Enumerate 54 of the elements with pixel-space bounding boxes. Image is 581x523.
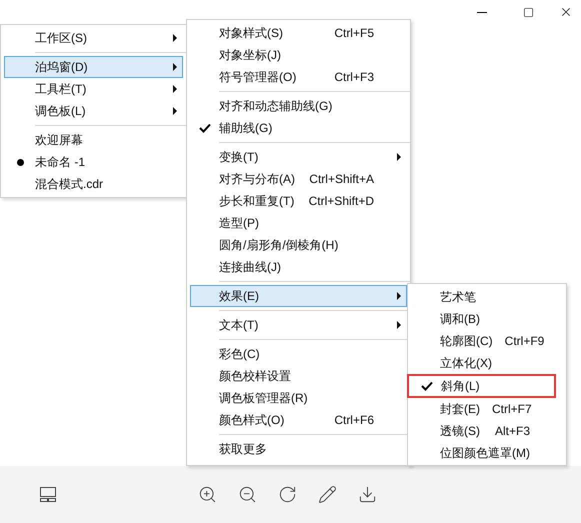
shortcut-text: Ctrl+F9	[504, 333, 546, 350]
layout-button[interactable]	[39, 486, 57, 504]
shortcut-text: Ctrl+F5	[334, 25, 375, 42]
menu-item[interactable]: 对象样式(S) Ctrl+F5	[190, 22, 407, 44]
zoom-out-button[interactable]	[238, 485, 257, 504]
menu-item[interactable]: 符号管理器(O) Ctrl+F3	[190, 66, 407, 88]
pencil-icon	[318, 485, 337, 504]
menu-item[interactable]: 艺术笔	[411, 286, 563, 308]
download-button[interactable]	[358, 485, 377, 504]
menu-item[interactable]: 调色板(L)	[4, 100, 183, 122]
maximize-icon	[522, 6, 534, 18]
menu-item[interactable]: 立体化(X)	[411, 352, 563, 374]
menu-item[interactable]: 对齐与分布(A) Ctrl+Shift+A	[190, 168, 407, 190]
menu-item[interactable]: 对象坐标(J)	[190, 44, 407, 66]
menu-item[interactable]: 调和(B)	[411, 308, 563, 330]
menu-item[interactable]: 对齐和动态辅助线(G)	[190, 95, 407, 117]
menu-item[interactable]: 封套(E) Ctrl+F7	[411, 398, 563, 420]
shortcut-text: Ctrl+Shift+A	[309, 171, 375, 188]
edit-button[interactable]	[318, 485, 337, 504]
rotate-button[interactable]	[278, 485, 297, 504]
rotate-icon	[278, 485, 297, 504]
menu-item[interactable]: 变换(T)	[190, 146, 407, 168]
download-icon	[358, 485, 377, 504]
menu-item[interactable]: 辅助线(G)	[190, 117, 407, 139]
menu-item[interactable]: 颜色校样设置	[190, 365, 407, 387]
menu-item[interactable]: 泊坞窗(D)	[4, 56, 183, 78]
layout-icon	[40, 487, 56, 502]
shortcut-text: Ctrl+Shift+D	[308, 193, 375, 210]
menu-item[interactable]: 效果(E)	[190, 285, 407, 307]
menu-item[interactable]: 位图颜色遮罩(M)	[411, 442, 563, 464]
menu-item[interactable]: 文本(T)	[190, 314, 407, 336]
menu-item[interactable]: 欢迎屏幕	[4, 129, 183, 151]
menu-item[interactable]: 造型(P)	[190, 212, 407, 234]
menu-item[interactable]: 连接曲线(J)	[190, 256, 407, 278]
menu-item[interactable]: 混合模式.cdr	[4, 173, 183, 195]
menu-item[interactable]: 获取更多	[190, 438, 407, 460]
shortcut-text: Ctrl+F7	[492, 401, 533, 418]
menu-item[interactable]: 斜角(L)	[412, 376, 551, 396]
menu-item[interactable]: 圆角/扇形角/倒棱角(H)	[190, 234, 407, 256]
menu-item[interactable]: 彩色(C)	[190, 343, 407, 365]
shortcut-text: Ctrl+F3	[334, 69, 375, 86]
menu-item[interactable]: 工具栏(T)	[4, 78, 183, 100]
zoom-out-icon	[238, 485, 257, 504]
shortcut-text: Ctrl+F6	[334, 412, 375, 429]
menu-item[interactable]: 工作区(S)	[4, 27, 183, 49]
menu-item[interactable]: 颜色样式(O) Ctrl+F6	[190, 409, 407, 431]
zoom-in-button[interactable]	[198, 485, 217, 504]
menu-item[interactable]: 步长和重复(T) Ctrl+Shift+D	[190, 190, 407, 212]
menu-item[interactable]: 未命名 -1	[4, 151, 183, 173]
menu-item[interactable]: 透镜(S) Alt+F3	[411, 420, 563, 442]
menu-item[interactable]: 轮廓图(C) Ctrl+F9	[411, 330, 563, 352]
menu-item[interactable]: 调色板管理器(R)	[190, 387, 407, 409]
shortcut-text: Alt+F3	[494, 423, 531, 440]
zoom-in-icon	[198, 485, 217, 504]
